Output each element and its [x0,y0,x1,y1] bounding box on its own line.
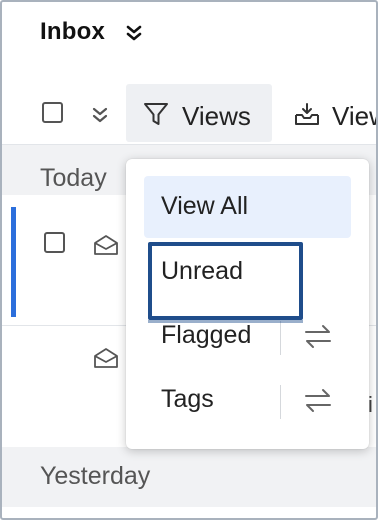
views-label: Views [182,101,251,131]
swap-arrows-icon[interactable] [303,323,333,356]
menu-item-label: Tags [161,385,214,413]
menu-item-separator [280,321,281,355]
menu-item-separator [280,385,281,419]
menu-item-view-all[interactable]: View All [144,176,351,238]
view-options-button[interactable]: View [290,84,376,142]
tray-icon [292,102,322,133]
app-frame: Inbox Views View Today i Yesterday [0,0,378,520]
double-chevron-down-icon[interactable] [126,24,142,47]
double-chevron-down-icon[interactable] [92,106,108,129]
menu-item-tags[interactable]: Tags [144,369,351,431]
group-header-yesterday: Yesterday [2,447,376,507]
unread-highlight-box [148,242,303,323]
menu-item-label: Flagged [161,321,252,349]
menu-item-label: View All [161,192,249,220]
envelope-open-icon [92,346,120,375]
selected-indicator [11,207,16,317]
swap-arrows-icon[interactable] [303,387,333,420]
row-checkbox[interactable] [44,232,65,253]
envelope-open-icon [92,233,120,262]
page-title: Inbox [40,18,105,45]
views-button[interactable]: Views [126,84,272,142]
filter-icon [142,100,170,133]
select-all-checkbox[interactable] [42,102,63,123]
view-options-label: View [332,101,376,131]
